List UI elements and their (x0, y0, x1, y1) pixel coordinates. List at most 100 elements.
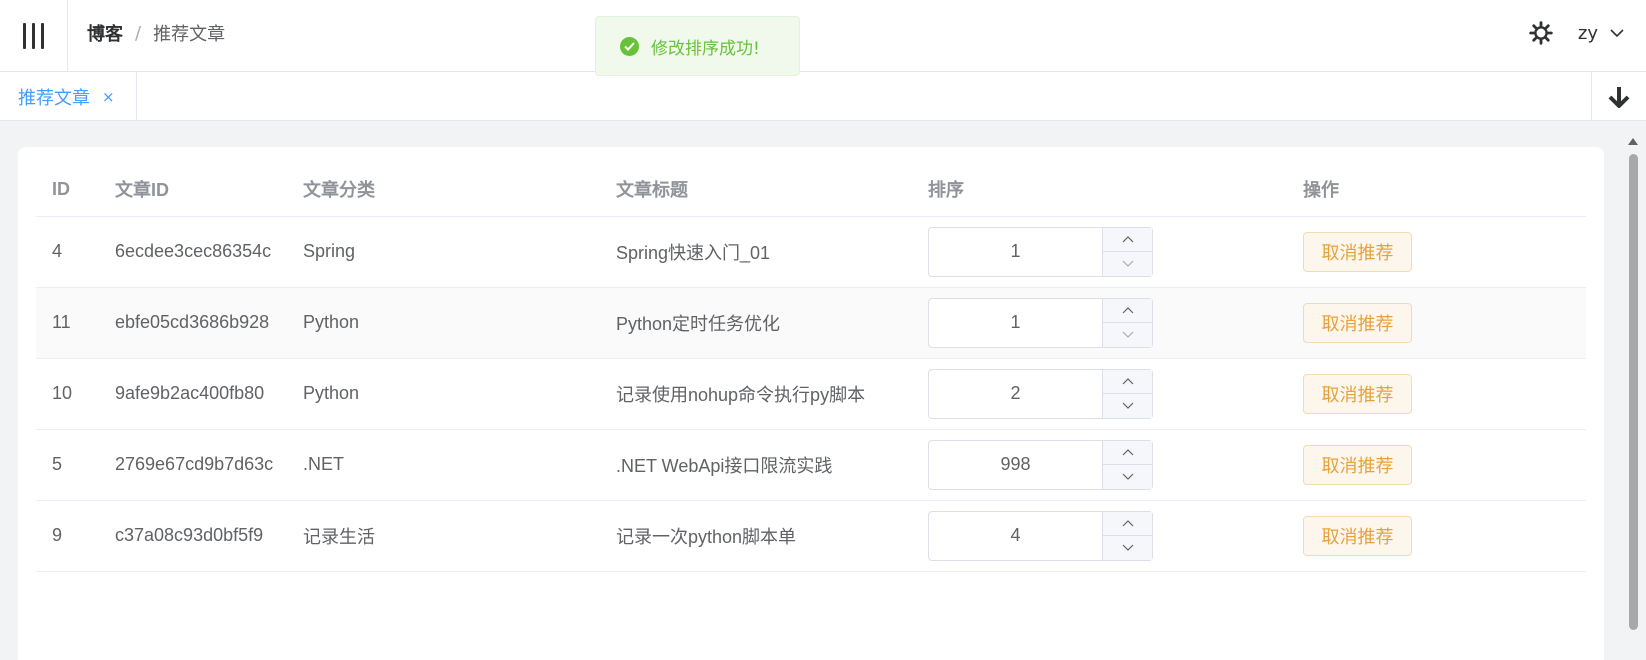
cell-category: Python (287, 358, 600, 430)
sort-value[interactable]: 1 (929, 228, 1102, 276)
decrement-button[interactable] (1103, 465, 1152, 489)
chevron-up-icon (1122, 235, 1133, 243)
table-header-row: ID 文章ID 文章分类 文章标题 排序 操作 (36, 163, 1586, 217)
header-article-id: 文章ID (99, 163, 287, 217)
user-dropdown[interactable]: zy (1578, 23, 1624, 44)
increment-button[interactable] (1103, 369, 1152, 394)
header-actions: zy (1528, 0, 1646, 66)
chevron-up-icon (1122, 377, 1133, 385)
cell-action: 取消推荐 (1287, 500, 1586, 572)
page-scrollbar[interactable] (1626, 134, 1640, 660)
cancel-recommend-button[interactable]: 取消推荐 (1303, 444, 1412, 485)
sort-value[interactable]: 1 (929, 299, 1102, 347)
cell-action: 取消推荐 (1287, 358, 1586, 430)
breadcrumb-item-current: 推荐文章 (153, 24, 226, 45)
cell-id: 9 (36, 500, 99, 572)
increment-button[interactable] (1103, 227, 1152, 252)
sort-stepper[interactable]: 998 (928, 439, 1153, 490)
cancel-recommend-button[interactable]: 取消推荐 (1303, 231, 1412, 272)
cell-article-id: ebfe05cd3686b928 (99, 287, 287, 359)
cell-article-id: c37a08c93d0bf5f9 (99, 500, 287, 572)
increment-button[interactable] (1103, 440, 1152, 465)
chevron-down-icon (1122, 331, 1133, 339)
menu-toggle-button[interactable] (0, 0, 68, 72)
tab-label: 推荐文章 (18, 87, 90, 109)
sort-value[interactable]: 4 (929, 512, 1102, 560)
tags-menu-button[interactable] (1591, 72, 1646, 121)
cancel-recommend-button[interactable]: 取消推荐 (1303, 302, 1412, 343)
sort-stepper[interactable]: 1 (928, 297, 1153, 348)
cell-sort: 4 (912, 500, 1287, 572)
chevron-down-icon (1122, 402, 1133, 410)
increment-button[interactable] (1103, 511, 1152, 536)
cell-sort: 1 (912, 216, 1287, 288)
chevron-up-icon (1122, 519, 1133, 527)
cell-category: .NET (287, 429, 600, 501)
recommended-articles-table: ID 文章ID 文章分类 文章标题 排序 操作 4 6ecdee3cec8635… (36, 163, 1586, 572)
sort-value[interactable]: 998 (929, 441, 1102, 489)
cell-title: Python定时任务优化 (600, 287, 912, 359)
tags-bar: 推荐文章 × (0, 72, 1646, 121)
check-circle-icon (620, 36, 639, 56)
decrement-button[interactable] (1103, 252, 1152, 276)
chevron-up-icon (1122, 448, 1133, 456)
chevron-down-icon (1122, 544, 1133, 552)
scrollbar-thumb[interactable] (1629, 154, 1638, 630)
table-row: 4 6ecdee3cec86354c Spring Spring快速入门_01 … (36, 216, 1586, 288)
header-category: 文章分类 (287, 163, 600, 217)
sort-stepper[interactable]: 2 (928, 368, 1153, 419)
breadcrumb: 博客 / 推荐文章 (87, 0, 225, 66)
header-action: 操作 (1287, 163, 1586, 217)
cell-sort: 998 (912, 429, 1287, 501)
chevron-down-icon (1610, 28, 1624, 37)
cell-category: Python (287, 287, 600, 359)
cell-sort: 2 (912, 358, 1287, 430)
decrement-button[interactable] (1103, 536, 1152, 560)
sort-stepper[interactable]: 1 (928, 226, 1153, 277)
header-sort: 排序 (912, 163, 1287, 217)
table-row: 10 9afe9b2ac400fb80 Python 记录使用nohup命令执行… (36, 358, 1586, 430)
decrement-button[interactable] (1103, 323, 1152, 347)
cell-id: 4 (36, 216, 99, 288)
cell-title: 记录使用nohup命令执行py脚本 (600, 358, 912, 430)
cell-article-id: 6ecdee3cec86354c (99, 216, 287, 288)
table-row: 5 2769e67cd9b7d63c .NET .NET WebApi接口限流实… (36, 429, 1586, 501)
arrow-down-icon (1608, 86, 1630, 108)
cell-id: 11 (36, 287, 99, 359)
cell-article-id: 9afe9b2ac400fb80 (99, 358, 287, 430)
cancel-recommend-button[interactable]: 取消推荐 (1303, 515, 1412, 556)
decrement-button[interactable] (1103, 394, 1152, 418)
cell-category: 记录生活 (287, 500, 600, 572)
tab-recommended-articles[interactable]: 推荐文章 × (0, 72, 137, 121)
chevron-down-icon (1122, 473, 1133, 481)
toast-message: 修改排序成功! (651, 38, 760, 59)
hamburger-icon (23, 23, 44, 49)
success-toast: 修改排序成功! (595, 16, 800, 76)
cell-sort: 1 (912, 287, 1287, 359)
cell-id: 10 (36, 358, 99, 430)
gear-icon[interactable] (1528, 20, 1554, 46)
header-title: 文章标题 (600, 163, 912, 217)
cell-action: 取消推荐 (1287, 287, 1586, 359)
cell-action: 取消推荐 (1287, 216, 1586, 288)
cell-id: 5 (36, 429, 99, 501)
header-id: ID (36, 163, 99, 217)
top-header: 博客 / 推荐文章 zy (0, 0, 1646, 72)
breadcrumb-item-blog[interactable]: 博客 (87, 20, 123, 46)
chevron-down-icon (1122, 260, 1133, 268)
sort-value[interactable]: 2 (929, 370, 1102, 418)
user-name: zy (1577, 22, 1598, 44)
cell-article-id: 2769e67cd9b7d63c (99, 429, 287, 501)
table-row: 11 ebfe05cd3686b928 Python Python定时任务优化 … (36, 287, 1586, 359)
scroll-up-icon[interactable] (1628, 138, 1638, 145)
cell-title: .NET WebApi接口限流实践 (600, 429, 912, 501)
close-icon[interactable]: × (102, 88, 115, 106)
increment-button[interactable] (1103, 298, 1152, 323)
cell-title: Spring快速入门_01 (600, 216, 912, 288)
cell-title: 记录一次python脚本单 (600, 500, 912, 572)
table-row: 9 c37a08c93d0bf5f9 记录生活 记录一次python脚本单 4 … (36, 500, 1586, 572)
cancel-recommend-button[interactable]: 取消推荐 (1303, 373, 1412, 414)
cell-action: 取消推荐 (1287, 429, 1586, 501)
chevron-up-icon (1122, 306, 1133, 314)
sort-stepper[interactable]: 4 (928, 510, 1153, 561)
